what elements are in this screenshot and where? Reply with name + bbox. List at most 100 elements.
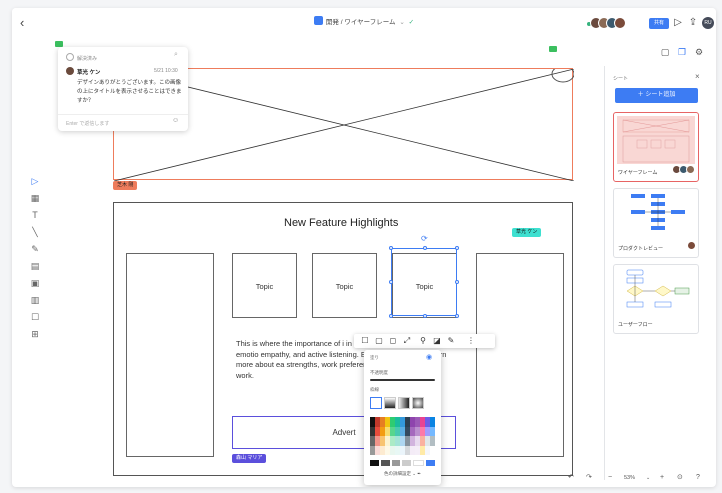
avatar — [686, 165, 695, 174]
emoji-icon[interactable]: ☺ — [172, 117, 179, 124]
wireframe-title[interactable]: New Feature Highlights — [284, 217, 398, 229]
edit-icon[interactable]: ✎ — [446, 336, 456, 346]
undo-icon[interactable]: ↶ — [568, 472, 574, 484]
chevron-down-icon[interactable]: ⌄ — [399, 19, 404, 26]
sheet-preview — [617, 116, 695, 164]
advanced-color-label: 色の詳細設定 — [383, 471, 411, 476]
sheet-panel: シート × ＋ シート追加 ワイヤーフレーム プロダクトレビュー ユーザーフロー — [604, 66, 708, 480]
layer-icon[interactable]: ◪ — [432, 336, 442, 346]
style-swatch[interactable] — [398, 397, 410, 409]
sheet-preview — [631, 194, 685, 230]
fill-color-panel: 塗り ◉ 不透明度 枠線 色の詳細設定 ⌄ ✒ — [364, 350, 441, 485]
line-tool-icon[interactable]: ╲ — [28, 225, 42, 239]
resize-handle[interactable] — [455, 246, 459, 250]
selection-box[interactable]: ⟳ — [389, 234, 459, 318]
resize-handle[interactable] — [455, 314, 459, 318]
avatar — [687, 241, 696, 250]
cursor-label-maria: 森山 マリア — [232, 454, 267, 463]
resize-handle[interactable] — [389, 246, 393, 250]
fill-label: 塗り — [370, 355, 379, 360]
breadcrumb-doc-title[interactable]: ワイヤーフレーム — [344, 19, 395, 26]
comments-panel-icon[interactable]: ▢ — [658, 46, 672, 58]
sheet-thumbnail[interactable]: プロダクトレビュー — [613, 188, 699, 258]
resolve-checkbox[interactable]: 解決済み — [66, 53, 97, 62]
user-avatar[interactable]: RU — [702, 17, 714, 29]
frame-tool-icon[interactable]: ▦ — [28, 191, 42, 205]
note-tool-icon[interactable]: ☐ — [28, 310, 42, 324]
comment-timestamp: 5/21 10:30 — [154, 68, 178, 74]
left-sidebar-placeholder[interactable] — [126, 253, 214, 457]
pen-tool-icon[interactable]: ✎ — [28, 242, 42, 256]
more-icon[interactable]: ⋮ — [466, 336, 476, 346]
comment-pin-icon[interactable] — [549, 46, 557, 52]
sheet-thumbnail[interactable]: ユーザーフロー — [613, 264, 699, 334]
top-bar: ‹ 開発 / ワイヤーフレーム ⌄ ✓ 共有 ▷ ⇪ RU — [12, 8, 716, 38]
add-sheet-button[interactable]: ＋ シート追加 — [615, 88, 698, 103]
close-icon[interactable]: × — [695, 72, 700, 81]
zoom-in-button[interactable]: + — [660, 472, 664, 484]
text-tool-icon[interactable]: T — [28, 208, 42, 222]
style-swatch[interactable] — [412, 397, 424, 409]
resize-handle[interactable] — [389, 280, 393, 284]
recent-colors[interactable] — [370, 460, 435, 466]
resize-handle[interactable] — [455, 280, 459, 284]
zoom-out-button[interactable]: − — [608, 472, 612, 484]
sheet-preview — [626, 269, 690, 308]
comment-body: デザインありがとうございます。この画像の上にタイトルを表示させることはできますか… — [77, 80, 182, 104]
color-palette[interactable] — [370, 417, 435, 455]
shadow-square-icon[interactable]: ◻ — [388, 336, 398, 346]
chevron-down-icon: ⌄ — [412, 471, 416, 476]
sheet-thumbnail[interactable]: ワイヤーフレーム — [613, 112, 699, 182]
sheet-label: プロダクトレビュー — [618, 246, 664, 252]
left-toolbar: ▷ ▦ T ╲ ✎ ▤ ▣ ▥ ☐ ⊞ — [28, 174, 42, 344]
wireframe-frame[interactable]: New Feature Highlights Topic Topic Topic… — [113, 202, 573, 476]
cursor-label-ken: 草光 ケン — [512, 228, 542, 237]
resize-handle[interactable] — [423, 314, 427, 318]
table-tool-icon[interactable]: ▤ — [28, 259, 42, 273]
topic-label: Topic — [335, 282, 354, 291]
format-toolbar: ☐ ▢ ◻ ⤢ ⚲ ◪ ✎ ⋮ — [354, 334, 495, 348]
fill-square-icon[interactable]: ☐ — [360, 336, 370, 346]
sheet-panel-title: シート — [613, 76, 629, 82]
right-sidebar-placeholder[interactable] — [476, 253, 564, 457]
style-swatch[interactable] — [370, 397, 382, 409]
breadcrumb-folder[interactable]: 開発 — [326, 19, 339, 26]
comment-thread[interactable]: 解決済み ⌕ 草光 ケン 5/21 10:30 デザインありがとうございます。こ… — [58, 47, 188, 131]
chevron-down-icon[interactable]: ⌄ — [646, 472, 650, 484]
present-play-icon[interactable]: ▷ — [672, 17, 684, 29]
attachment-icon[interactable]: ⌕ — [174, 51, 178, 59]
eye-icon[interactable]: ◉ — [426, 353, 432, 361]
stroke-label: 枠線 — [370, 387, 379, 392]
frame-author-tag: 芝木 剛 — [113, 181, 138, 190]
image-tool-icon[interactable]: ▣ — [28, 276, 42, 290]
avatar[interactable] — [614, 17, 626, 29]
share-button[interactable]: 共有 — [649, 18, 669, 29]
stroke-square-icon[interactable]: ▢ — [374, 336, 384, 346]
chart-tool-icon[interactable]: ▥ — [28, 293, 42, 307]
help-icon[interactable]: ? — [696, 472, 700, 484]
topic-card[interactable]: Topic — [232, 253, 297, 318]
select-cursor-icon[interactable]: ▷ — [28, 174, 42, 188]
fit-screen-icon[interactable]: ⊙ — [677, 472, 683, 484]
topic-label: Topic — [255, 282, 274, 291]
style-swatch[interactable] — [384, 397, 396, 409]
sync-check-icon: ✓ — [408, 19, 415, 26]
add-component-icon[interactable]: ⊞ — [28, 327, 42, 341]
sheet-label: ワイヤーフレーム — [618, 170, 658, 176]
settings-gear-icon[interactable]: ⚙ — [692, 46, 706, 58]
link-icon[interactable]: ⚲ — [418, 336, 428, 346]
avatar — [66, 67, 74, 75]
redo-icon[interactable]: ↷ — [586, 472, 592, 484]
topic-card[interactable]: Topic — [312, 253, 377, 318]
resize-handle[interactable] — [423, 246, 427, 250]
eyedropper-icon[interactable]: ✒ — [417, 471, 421, 476]
advanced-color-link[interactable]: 色の詳細設定 ⌄ ✒ — [364, 471, 441, 477]
zoom-level[interactable]: 53% — [624, 472, 635, 484]
rotate-handle-icon[interactable]: ⟳ — [421, 234, 428, 243]
opacity-slider[interactable] — [370, 379, 435, 381]
resize-icon[interactable]: ⤢ — [402, 336, 412, 346]
reply-input[interactable]: Enter で返信します — [58, 114, 188, 132]
sheets-panel-icon[interactable]: ❐ — [675, 46, 689, 58]
export-icon[interactable]: ⇪ — [687, 17, 699, 29]
resize-handle[interactable] — [389, 314, 393, 318]
